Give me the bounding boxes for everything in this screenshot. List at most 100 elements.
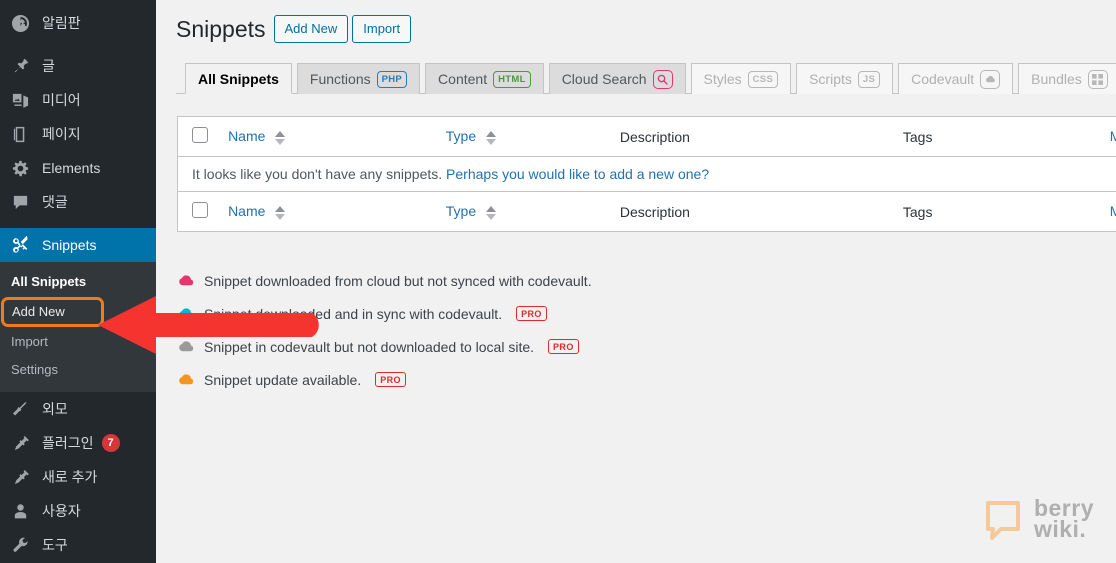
cloud-icon-orange <box>179 373 194 384</box>
submenu-item-settings[interactable]: Settings <box>0 356 156 384</box>
legend-item: Snippet in codevault but not downloaded … <box>176 330 1116 363</box>
sidebar-item-tools[interactable]: 도구 <box>0 528 156 562</box>
tab-content[interactable]: Content HTML <box>425 63 544 94</box>
column-footer-tags: Tags <box>902 203 933 220</box>
cloud-status-legend: Snippet downloaded from cloud but not sy… <box>176 264 1116 396</box>
empty-state-message: It looks like you don't have any snippet… <box>192 166 443 182</box>
sidebar-item-label: 외모 <box>42 401 68 417</box>
submenu-item-add-new[interactable]: Add New <box>1 297 104 327</box>
sidebar-item-label: Snippets <box>42 237 97 253</box>
add-new-button[interactable]: Add New <box>273 15 349 43</box>
logo-line-2: wiki. <box>1033 516 1087 542</box>
table-footer-row: Name Type Description Tags Modified <box>178 192 1116 232</box>
tab-bundles[interactable]: Bundles <box>1018 63 1116 94</box>
sort-link-type[interactable]: Type <box>446 128 476 144</box>
tab-label: Codevault <box>911 71 975 87</box>
tab-label: Content <box>438 71 488 87</box>
sidebar-item-users[interactable]: 사용자 <box>0 494 156 528</box>
plugin-update-badge: 7 <box>101 434 120 452</box>
sort-indicator-icon <box>486 130 496 145</box>
sidebar-item-media[interactable]: 미디어 <box>0 83 156 117</box>
sidebar-item-dashboard[interactable]: 알림판 <box>0 6 156 40</box>
sort-link-name-footer[interactable]: Name <box>228 203 265 219</box>
table-header-row: Name Type Description Tags Modified <box>178 117 1116 157</box>
sidebar-item-label: Elements <box>42 160 101 176</box>
empty-state-cell: It looks like you don't have any snippet… <box>178 156 1116 192</box>
cloud-icon-cyan <box>179 307 194 318</box>
sidebar-item-label: 페이지 <box>42 126 81 142</box>
page-title: Snippets <box>176 15 266 42</box>
sidebar-item-snippets[interactable]: Snippets <box>0 228 164 262</box>
wrench-icon <box>11 535 35 555</box>
sort-link-modified[interactable]: Modified <box>1110 128 1116 144</box>
sidebar-item-label: 플러그인 <box>42 435 94 451</box>
tab-functions[interactable]: Functions PHP <box>296 63 421 94</box>
tab-codevault[interactable]: Codevault <box>898 63 1014 94</box>
sort-indicator-icon <box>275 205 286 220</box>
select-all-checkbox-footer[interactable] <box>192 202 208 218</box>
main-content: Snippets Add New Import All Snippets Fun… <box>156 0 1116 563</box>
snippet-type-tabs: All Snippets Functions PHP Content HTML … <box>176 62 1116 94</box>
tab-scripts[interactable]: Scripts JS <box>796 63 894 94</box>
page-icon <box>11 124 35 144</box>
tab-cloud-search[interactable]: Cloud Search <box>548 63 686 94</box>
submenu-item-import[interactable]: Import <box>0 328 156 356</box>
php-badge: PHP <box>376 70 408 88</box>
column-header-tags: Tags <box>902 128 933 145</box>
submenu-item-all-snippets[interactable]: All Snippets <box>0 268 156 296</box>
js-badge: JS <box>857 70 881 88</box>
legend-text: Snippet in codevault but not downloaded … <box>204 338 535 355</box>
page-header: Snippets Add New Import <box>176 10 1116 48</box>
user-icon <box>11 501 35 521</box>
sort-link-type-footer[interactable]: Type <box>446 203 476 219</box>
sidebar-item-label: 새로 추가 <box>42 469 98 485</box>
tab-styles[interactable]: Styles CSS <box>690 63 792 94</box>
sidebar-item-appearance[interactable]: 외모 <box>0 392 156 426</box>
sidebar-item-posts[interactable]: 글 <box>0 49 156 83</box>
tab-label: Functions <box>309 71 371 87</box>
media-icon <box>11 90 35 110</box>
column-footer-modified[interactable]: Modified <box>1110 192 1116 232</box>
select-all-checkbox[interactable] <box>192 127 208 143</box>
sidebar-item-comments[interactable]: 댓글 <box>0 185 156 219</box>
sidebar-item-label: 도구 <box>42 537 68 553</box>
sidebar-item-pages[interactable]: 페이지 <box>0 117 156 151</box>
pin-icon <box>11 56 35 76</box>
sidebar-item-label: 댓글 <box>42 194 68 210</box>
column-header-type[interactable]: Type <box>446 117 620 157</box>
sort-link-modified-footer[interactable]: Modified <box>1110 203 1116 219</box>
empty-state-link[interactable]: Perhaps you would like to add a new one? <box>446 166 709 182</box>
sidebar-divider <box>0 40 156 49</box>
column-header-modified[interactable]: Modified <box>1110 117 1116 157</box>
sidebar-item-label: 글 <box>42 58 55 74</box>
sidebar-divider <box>0 219 156 228</box>
snippets-submenu: All Snippets Add New Import Settings <box>0 262 156 392</box>
sort-indicator-icon <box>486 205 496 220</box>
column-footer-description: Description <box>619 203 690 220</box>
legend-item: Snippet update available. PRO <box>176 363 1116 396</box>
sidebar-item-add-new-plugin[interactable]: 새로 추가 <box>0 460 156 494</box>
legend-text: Snippet update available. <box>204 371 362 388</box>
berry-wiki-logo: berry wiki. <box>981 497 1094 541</box>
sidebar-item-elements[interactable]: Elements <box>0 151 156 185</box>
plug-icon <box>11 433 35 453</box>
column-footer-type[interactable]: Type <box>446 192 620 232</box>
grid-icon <box>1087 69 1108 89</box>
legend-item: Snippet downloaded and in sync with code… <box>176 297 1116 330</box>
tab-label: Styles <box>703 71 742 87</box>
tab-all-snippets[interactable]: All Snippets <box>185 63 292 94</box>
empty-state-row: It looks like you don't have any snippet… <box>178 156 1116 192</box>
tab-label: Cloud Search <box>561 71 647 87</box>
sort-link-name[interactable]: Name <box>228 128 265 144</box>
tab-label: Scripts <box>809 71 852 87</box>
search-icon <box>652 69 673 89</box>
sidebar-item-plugins[interactable]: 플러그인 7 <box>0 426 156 460</box>
brush-icon <box>11 399 35 419</box>
scissors-icon <box>11 235 35 255</box>
admin-screen: 알림판 글 미디어 페이지 Elements 댓글 Snippets All S… <box>0 0 1116 563</box>
column-header-name[interactable]: Name <box>228 117 446 157</box>
sidebar-item-label: 알림판 <box>42 15 81 31</box>
column-footer-name[interactable]: Name <box>228 192 446 232</box>
plug-icon <box>11 467 35 487</box>
import-button[interactable]: Import <box>352 15 412 43</box>
